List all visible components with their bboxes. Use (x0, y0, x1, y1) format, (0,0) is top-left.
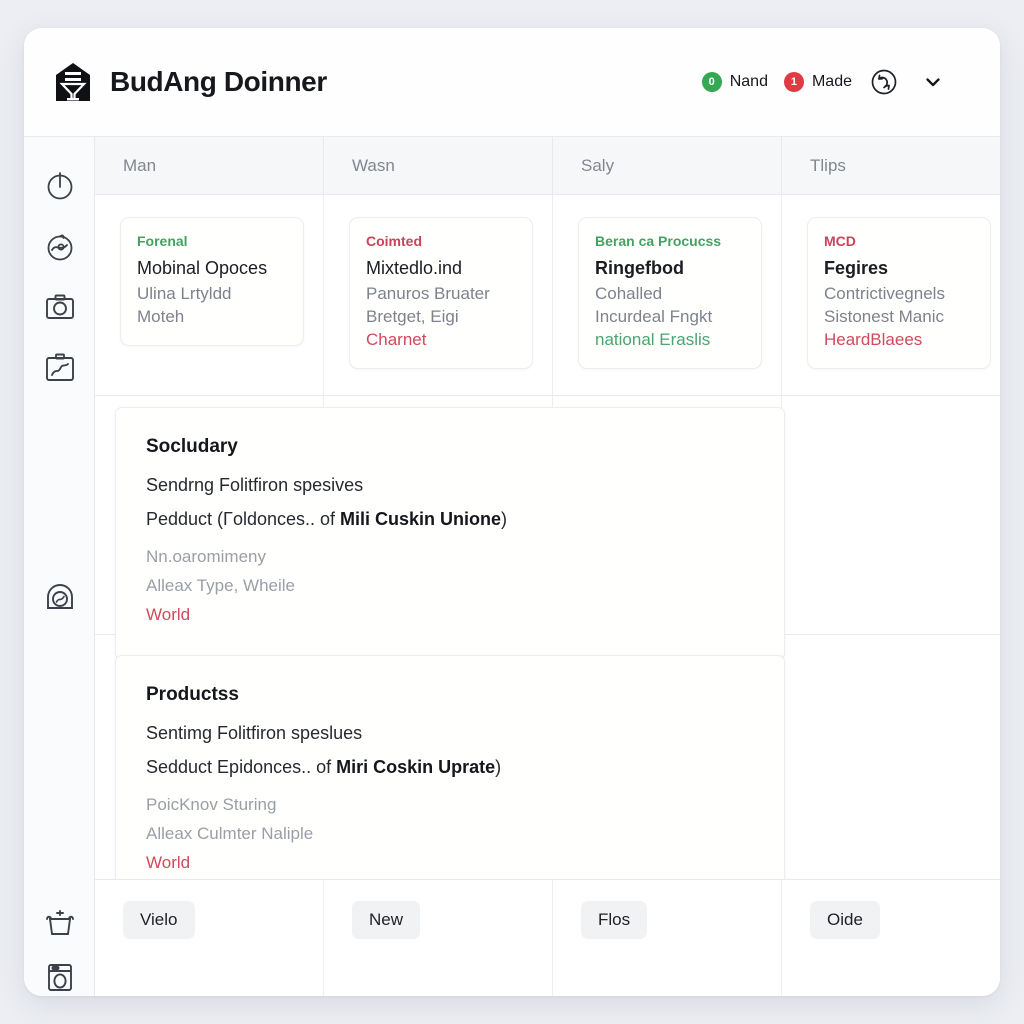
panel-sub-2: Alleax Type, Wheile (146, 576, 295, 596)
detail-panel-productss[interactable]: Productss Sentimg Folitfiron speslues Se… (115, 655, 785, 908)
clock-dial-icon[interactable] (24, 165, 95, 205)
mini-card[interactable]: MCD Fegires Contrictivegnels Sistonest M… (807, 217, 991, 369)
grid-area: Man Wasn Saly Tlips Forenal Mobinal Opoc… (95, 137, 1000, 996)
mini-card[interactable]: Coimted Mixtedlo.ind Panuros Bruater Bre… (349, 217, 533, 369)
panel-line-2-post: ) (501, 509, 508, 529)
status-label-nand: Nand (729, 73, 768, 90)
panel-title: Productss (146, 684, 239, 705)
pot-icon[interactable] (24, 903, 95, 943)
house-cocktail-logo-icon (52, 61, 94, 103)
panel-sub-3: World (146, 605, 191, 625)
mini-card-line: Bretget, Eigi (366, 307, 459, 326)
action-slot-tlips: Oide (782, 880, 1000, 996)
new-button[interactable]: New (352, 901, 421, 939)
column-header-wasn[interactable]: Wasn (324, 137, 553, 194)
status-chip-made[interactable]: 1 Made (783, 72, 852, 92)
panel-line-2-bold: Miri Coskin Uprate (336, 757, 496, 777)
mini-card-line: Sistonest Manic (824, 307, 944, 326)
mini-card[interactable]: Forenal Mobinal Opoces Ulina Lrtyldd Mot… (120, 217, 304, 346)
oide-button[interactable]: Oide (810, 901, 880, 939)
card-slot-saly: Beran ca Procucss Ringefbod Cohalled Inc… (553, 195, 782, 395)
panel-title: Socludary (146, 436, 238, 457)
column-header-man[interactable]: Man (95, 137, 324, 194)
action-slot-man: Vielo (95, 880, 324, 996)
column-header-saly[interactable]: Saly (553, 137, 782, 194)
mini-card-line: Charnet (366, 330, 427, 349)
panel-line-2-pre: Pedduct (Γoldonces.. of (146, 509, 341, 529)
brand: BudAng Doinner (52, 61, 327, 103)
red-count-badge-icon: 1 (783, 72, 804, 92)
app-body: Man Wasn Saly Tlips Forenal Mobinal Opoc… (24, 136, 1000, 996)
panel-sub-1: Nn.oaromimeny (146, 547, 266, 566)
swirl-circle-icon[interactable] (24, 227, 95, 267)
panel-line-2: Sedduct Epidonces.. of Miri Coskin Uprat… (146, 757, 754, 778)
card-slot-tlips: MCD Fegires Contrictivegnels Sistonest M… (782, 195, 1000, 395)
appliance-icon[interactable] (24, 957, 95, 996)
panel-line-1: Sentimg Folitfiron speslues (146, 723, 363, 743)
green-count-badge-icon: 0 (701, 72, 722, 92)
header-status-area: 0 Nand 1 Made (701, 66, 972, 98)
mini-card-tag: Beran ca Procucss (595, 233, 722, 249)
panel-line-2-post: ) (495, 757, 502, 777)
status-chip-nand[interactable]: 0 Nand (701, 72, 768, 92)
chevron-down-icon[interactable] (920, 69, 946, 95)
column-header-row: Man Wasn Saly Tlips (95, 137, 1000, 195)
row-divider-top (95, 395, 1000, 396)
refresh-circle-icon[interactable] (868, 66, 900, 98)
panel-sub-2: Alleax Culmter Naliple (146, 824, 314, 844)
mini-card-line: HeardBlaees (824, 330, 923, 349)
detail-panel-socludary[interactable]: Socludary Sendrng Folitfiron spesives Pe… (115, 407, 785, 660)
app-header: BudAng Doinner 0 Nand 1 Made (24, 28, 1000, 136)
card-slot-wasn: Coimted Mixtedlo.ind Panuros Bruater Bre… (324, 195, 553, 395)
mini-card-line: Cohalled (595, 284, 663, 303)
panel-line-2: Pedduct (Γoldonces.. of Mili Cuskin Unio… (146, 509, 754, 530)
panel-line-2-bold: Mili Cuskin Unione (340, 509, 502, 529)
status-label-made: Made (811, 73, 852, 90)
mini-card-line: Ulina Lrtyldd (137, 284, 232, 303)
mini-card-line: national Eraslis (595, 330, 711, 349)
mini-card-title: Fegires (824, 258, 889, 278)
action-slot-wasn: New (324, 880, 553, 996)
action-slot-saly: Flos (553, 880, 782, 996)
camera-icon[interactable] (24, 287, 95, 327)
app-window: BudAng Doinner 0 Nand 1 Made Man Wasn Sa… (24, 28, 1000, 996)
mini-card-tag: MCD (824, 233, 856, 249)
clipboard-image-icon[interactable] (24, 347, 95, 387)
column-header-tlips[interactable]: Tlips (782, 137, 1000, 194)
panel-sub-3: World (146, 853, 191, 873)
mini-card-tag: Coimted (366, 233, 422, 249)
panel-line-1: Sendrng Folitfiron spesives (146, 475, 364, 495)
mini-card-tag: Forenal (137, 233, 188, 249)
mini-card-line: Panuros Bruater (366, 284, 490, 303)
panel-line-2-pre: Sedduct Epidonces.. of (146, 757, 337, 777)
panel-sub-1: PoicKnov Sturing (146, 795, 277, 814)
page-title: BudAng Doinner (110, 66, 327, 97)
flos-button[interactable]: Flos (581, 901, 648, 939)
mini-card-title: Ringefbod (595, 258, 684, 278)
mini-card-line: Incurdeal Fngkt (595, 307, 713, 326)
mini-card[interactable]: Beran ca Procucss Ringefbod Cohalled Inc… (578, 217, 762, 369)
icon-rail (24, 137, 95, 996)
mini-card-title: Mixtedlo.ind (366, 258, 463, 278)
mini-card-title: Mobinal Opoces (137, 258, 268, 278)
arch-badge-icon[interactable] (24, 577, 95, 617)
action-row: Vielo New Flos Oide (95, 879, 1000, 996)
vielo-button[interactable]: Vielo (123, 901, 195, 939)
mini-card-line: Contrictivegnels (824, 284, 945, 303)
mini-card-line: Moteh (137, 307, 185, 326)
